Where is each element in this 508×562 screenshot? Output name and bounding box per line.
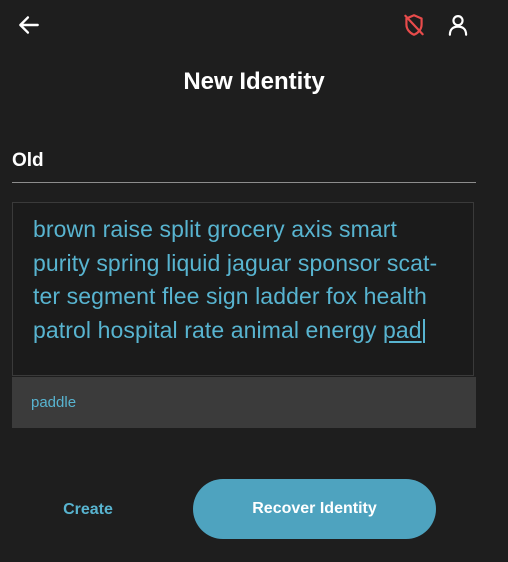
person-icon [448,15,468,36]
phrase-line: ter segment flee sign ladder fox health [33,283,427,309]
phrase-line: brown raise split grocery axis smart [33,216,398,242]
phrase-line-prefix: patrol hospital rate animal energy [33,316,383,343]
identity-tabs: Old [12,148,476,183]
recovery-phrase-text: brown raise split grocery axis smart pur… [33,213,463,347]
suggestion-item[interactable]: paddle [31,394,76,411]
arrow-left-icon [19,16,39,34]
text-cursor [422,318,425,343]
profile-button[interactable] [443,10,473,40]
phrase-line-last: patrol hospital rate animal energy pad [33,314,463,348]
recovery-phrase-input[interactable]: brown raise split grocery axis smart pur… [12,202,474,376]
create-button[interactable]: Create [48,494,128,526]
shield-off-icon [404,14,424,36]
back-button[interactable] [14,10,44,40]
page-title: New Identity [183,68,325,95]
tab-old[interactable]: Old [12,150,44,172]
word-suggestion-bar: paddle [12,377,476,428]
recover-identity-button[interactable]: Recover Identity [193,479,436,539]
current-word: pad [382,316,422,343]
phrase-line: purity spring liquid jaguar sponsor scat… [33,249,438,276]
privacy-shield-button[interactable] [399,10,429,40]
